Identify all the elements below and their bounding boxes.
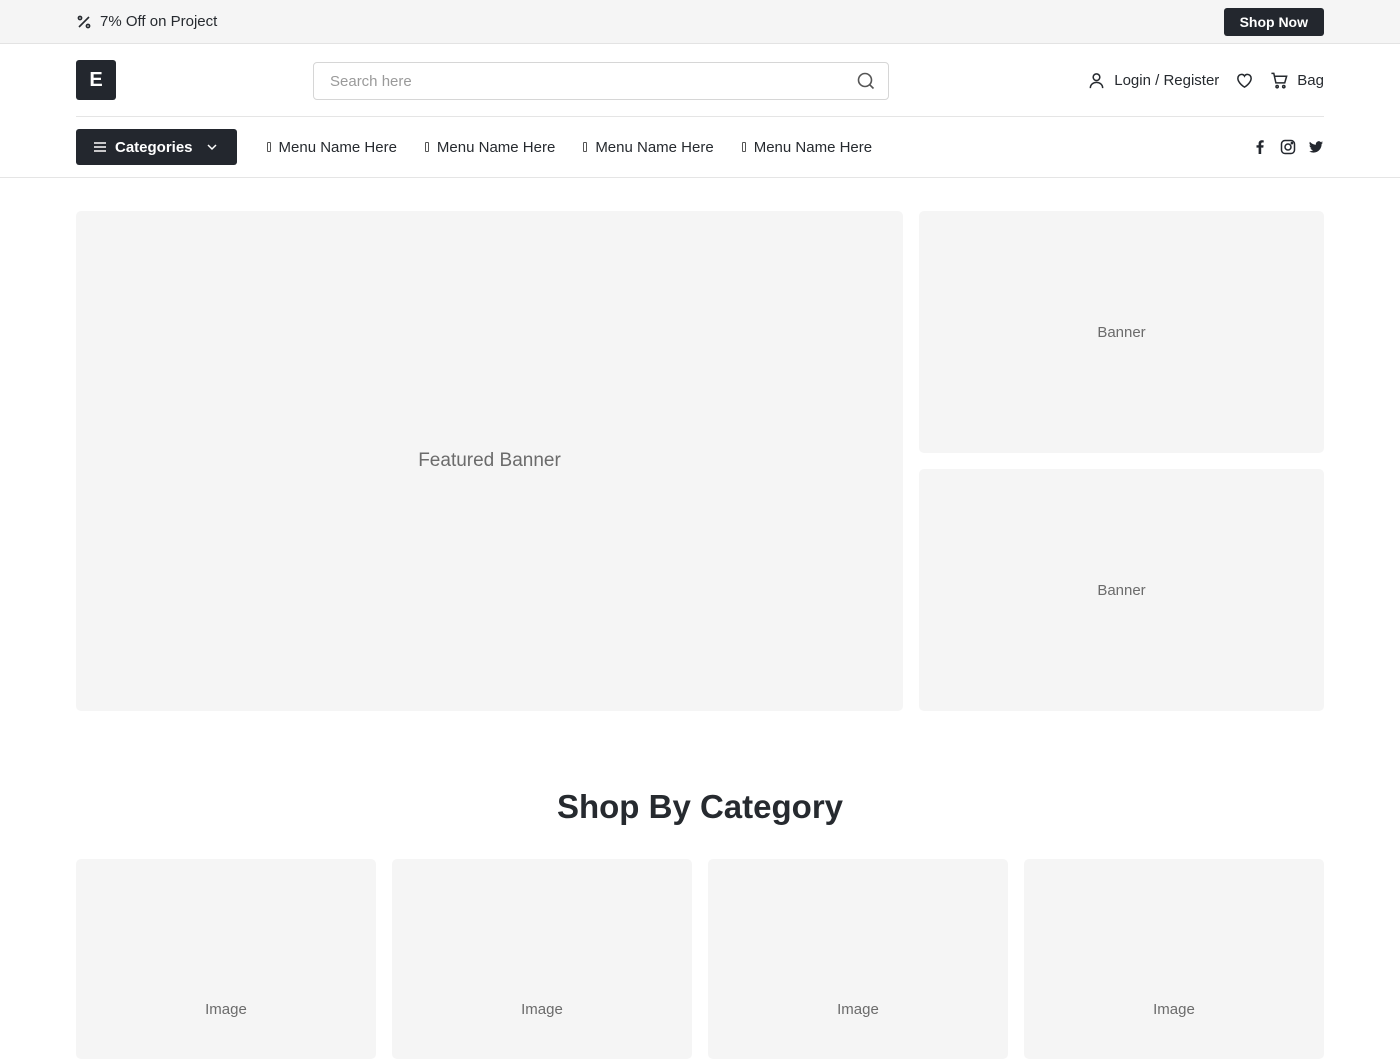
- main-nav: Categories Menu Name Here Menu Name Here…: [0, 117, 1400, 178]
- menu-item[interactable]: Menu Name Here: [583, 138, 714, 156]
- hero-banners: Featured Banner Banner Banner: [76, 211, 1324, 711]
- side-banner[interactable]: Banner: [919, 469, 1324, 711]
- menu-item-label: Menu Name Here: [753, 138, 873, 156]
- menu-item-label: Menu Name Here: [278, 138, 397, 156]
- promo-text: 7% Off on Project: [100, 13, 218, 30]
- bag-button[interactable]: Bag: [1270, 71, 1324, 90]
- percent-icon: [77, 15, 91, 28]
- category-card[interactable]: Image: [1024, 859, 1324, 1059]
- menu-item-label: Menu Name Here: [436, 138, 556, 156]
- logo[interactable]: E: [76, 60, 116, 100]
- search-input[interactable]: [314, 72, 856, 90]
- menu-item[interactable]: Menu Name Here: [266, 138, 397, 156]
- search-bar: [313, 62, 889, 100]
- wishlist-button[interactable]: [1235, 71, 1254, 90]
- menu-item[interactable]: Menu Name Here: [424, 138, 556, 156]
- menu-item[interactable]: Menu Name Here: [741, 138, 873, 156]
- menu-item-icon: [424, 142, 429, 152]
- login-register-link[interactable]: Login / Register: [1087, 71, 1219, 90]
- category-card[interactable]: Image: [708, 859, 1008, 1059]
- instagram-icon[interactable]: [1280, 139, 1296, 155]
- menu-item-icon: [583, 142, 588, 152]
- header-actions: Login / Register Bag: [1087, 71, 1324, 90]
- featured-banner[interactable]: Featured Banner: [76, 211, 903, 711]
- promo-bar: 7% Off on Project Shop Now: [0, 0, 1400, 44]
- category-card[interactable]: Image: [76, 859, 376, 1059]
- heart-icon: [1237, 73, 1253, 88]
- nav-left: Categories Menu Name Here Menu Name Here…: [76, 129, 872, 165]
- menu-item-icon: [741, 142, 746, 152]
- bag-label: Bag: [1297, 71, 1324, 89]
- social-links: [1252, 139, 1324, 155]
- categories-label: Categories: [115, 138, 193, 156]
- login-register-label: Login / Register: [1114, 71, 1220, 89]
- menu-items: Menu Name Here Menu Name Here Menu Name …: [266, 138, 873, 156]
- section-title: Shop By Category: [556, 788, 844, 825]
- menu-item-icon: [266, 142, 271, 152]
- categories-button[interactable]: Categories: [76, 129, 237, 165]
- side-banner[interactable]: Banner: [919, 211, 1324, 453]
- facebook-icon[interactable]: [1252, 139, 1268, 155]
- menu-item-label: Menu Name Here: [595, 138, 714, 156]
- chevron-down-icon: [207, 144, 217, 151]
- shop-now-button[interactable]: Shop Now: [1223, 7, 1324, 36]
- twitter-icon[interactable]: [1308, 139, 1324, 155]
- user-icon: [1089, 72, 1104, 88]
- category-card[interactable]: Image: [392, 859, 692, 1059]
- promo-message: 7% Off on Project: [76, 13, 217, 30]
- search-icon[interactable]: [856, 71, 876, 91]
- menu-icon: [94, 142, 106, 152]
- cart-icon: [1271, 72, 1288, 89]
- category-grid: Image Image Image Image: [76, 859, 1324, 1059]
